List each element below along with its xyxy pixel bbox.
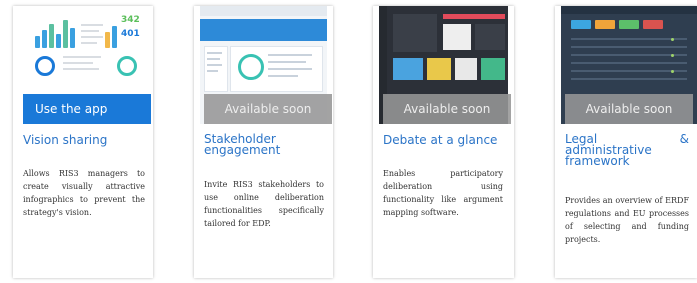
card-title: Stakeholder engagement <box>204 133 281 157</box>
table-row <box>571 78 687 80</box>
text-line <box>63 62 93 64</box>
progress-ring <box>238 54 264 80</box>
status-dot <box>671 38 674 41</box>
chart-bar <box>63 20 68 48</box>
available-soon-button[interactable]: Available soon <box>383 94 511 124</box>
card-title: Legal & administrative framework <box>565 132 689 168</box>
text-line <box>207 58 220 60</box>
text-line <box>81 24 103 26</box>
card-title-line: framework <box>565 154 630 168</box>
table-row <box>571 46 687 48</box>
chart-bar <box>56 34 61 48</box>
table-row <box>571 54 687 56</box>
app-card-stakeholder-engagement: Available soon Stakeholder engagement In… <box>194 6 333 278</box>
donut-chart <box>35 56 55 76</box>
text-line <box>268 68 312 70</box>
table-row <box>571 62 687 64</box>
hero-band <box>200 19 327 41</box>
app-cards-row: 342 401 Use the app Vision sharing Allow… <box>0 0 697 283</box>
text-line <box>81 30 99 32</box>
chart-bar <box>35 36 40 48</box>
card-block <box>475 24 505 50</box>
card-title: Vision sharing <box>23 133 108 147</box>
tile-light <box>455 58 477 80</box>
text-line <box>63 68 99 70</box>
kpi-tile <box>571 20 591 29</box>
tile-yellow <box>427 58 451 80</box>
text-line <box>81 42 97 44</box>
status-dot <box>671 70 674 73</box>
donut-chart <box>117 56 137 76</box>
kpi-tile <box>595 20 615 29</box>
header-bar <box>200 6 327 16</box>
text-line <box>268 75 298 77</box>
table-row <box>571 38 687 40</box>
card-title-line: engagement <box>204 143 281 157</box>
top-bar <box>561 6 697 14</box>
chart-bar <box>105 32 110 48</box>
card-description: Allows RIS3 managers to create visually … <box>23 169 145 217</box>
app-card-vision-sharing: 342 401 Use the app Vision sharing Allow… <box>13 6 153 278</box>
red-bar <box>443 14 505 19</box>
card-title-word: & <box>679 132 689 146</box>
table-row <box>571 70 687 72</box>
text-line <box>207 64 222 66</box>
stat-number: 342 <box>121 15 140 25</box>
text-line <box>63 56 101 58</box>
chart-bar <box>49 24 54 48</box>
content-block <box>393 14 437 52</box>
text-line <box>207 70 218 72</box>
tile-green <box>481 58 505 80</box>
card-description: Invite RIS3 stakeholders to use online d… <box>204 180 324 228</box>
text-line <box>268 54 312 56</box>
chart-bar <box>42 30 47 48</box>
card-description: Enables participatory deliberation using… <box>383 169 503 217</box>
status-dot <box>671 54 674 57</box>
stat-number: 401 <box>121 29 140 39</box>
chart-bar <box>70 28 75 48</box>
text-line <box>81 36 103 38</box>
tile-blue <box>393 58 423 80</box>
available-soon-button[interactable]: Available soon <box>204 94 332 124</box>
card-block <box>443 24 471 50</box>
available-soon-button[interactable]: Available soon <box>565 94 693 124</box>
kpi-tile <box>619 20 639 29</box>
card-title: Debate at a glance <box>383 133 498 147</box>
text-line <box>268 61 306 63</box>
chart-bar <box>112 26 117 48</box>
kpi-tile <box>643 20 663 29</box>
card-description: Provides an overview of ERDF regulations… <box>565 196 689 244</box>
use-the-app-button[interactable]: Use the app <box>23 94 151 124</box>
app-card-legal-administrative-framework: Available soon Legal & administrative fr… <box>555 6 697 278</box>
text-line <box>207 52 222 54</box>
app-card-debate-at-a-glance: Available soon Debate at a glance Enable… <box>373 6 514 278</box>
